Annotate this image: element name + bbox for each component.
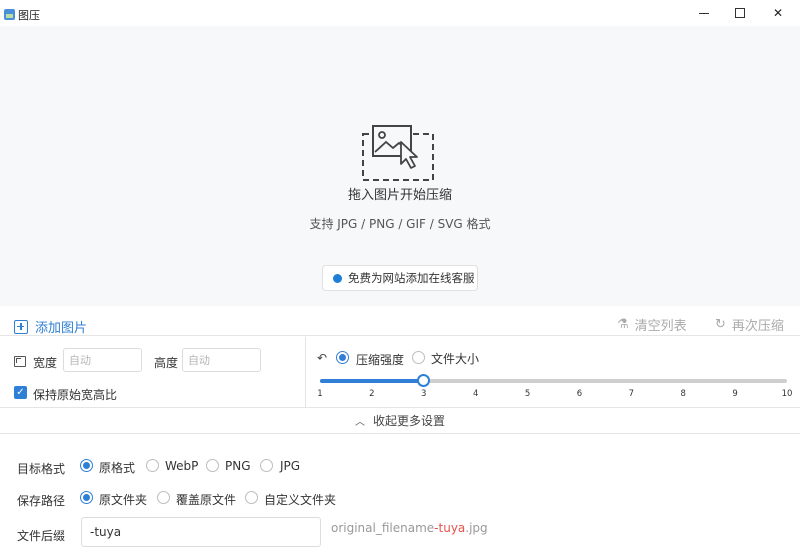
format-original-radio[interactable] <box>80 459 93 472</box>
close-button[interactable]: ✕ <box>760 0 796 26</box>
slider-tick: 10 <box>781 389 793 399</box>
suffix-preview: original_filename-tuya.jpg <box>331 521 488 535</box>
settings-divider <box>305 337 306 407</box>
format-png-label: PNG <box>225 459 251 473</box>
collapse-settings-button[interactable]: ︿ 收起更多设置 <box>0 407 800 434</box>
save-path-label: 保存路径 <box>17 494 66 508</box>
slider-tick: 8 <box>680 389 686 399</box>
slider-tick: 7 <box>628 389 635 399</box>
add-image-button[interactable]: 添加图片 <box>14 317 87 336</box>
toolbar: 添加图片 ⚗ 清空列表 ↻ 再次压缩 <box>0 306 800 336</box>
chevron-up-icon: ︿ <box>354 417 365 428</box>
format-webp-label: WebP <box>165 459 199 473</box>
format-label: 目标格式 <box>17 462 66 476</box>
height-label: 高度 <box>154 356 179 370</box>
suffix-preview-accent: -tuya <box>434 521 466 535</box>
width-input[interactable] <box>63 348 142 372</box>
add-icon <box>14 319 28 334</box>
app-icon <box>4 9 15 20</box>
slider-tick: 9 <box>732 389 738 399</box>
mode-strength-radio[interactable] <box>336 351 349 364</box>
save-custom-folder-label: 自定义文件夹 <box>264 493 337 507</box>
format-jpg-radio[interactable] <box>260 459 273 472</box>
mode-filesize-label: 文件大小 <box>431 352 480 366</box>
format-jpg-label: JPG <box>280 459 301 473</box>
slider-tick: 5 <box>524 389 531 399</box>
check-icon: ✓ <box>16 387 25 398</box>
compression-slider-track[interactable] <box>320 379 787 383</box>
format-original-label: 原格式 <box>99 461 136 475</box>
collapse-label: 收起更多设置 <box>372 414 445 428</box>
drop-main-text: 拖入图片开始压缩 <box>347 188 452 203</box>
save-overwrite-radio[interactable] <box>157 491 170 504</box>
compress-mode-icon: ↶ <box>317 351 328 365</box>
clear-list-button[interactable]: ⚗ 清空列表 <box>617 315 687 334</box>
image-drop-icon <box>362 125 434 181</box>
height-input[interactable] <box>182 348 261 372</box>
minimize-button[interactable] <box>686 0 722 26</box>
compression-slider-fill <box>320 379 424 383</box>
resize-icon <box>14 356 26 367</box>
title-bar: 图压 ✕ <box>0 0 800 26</box>
format-webp-radio[interactable] <box>146 459 159 472</box>
save-original-folder-label: 原文件夹 <box>99 493 148 507</box>
save-overwrite-label: 覆盖原文件 <box>176 493 237 507</box>
slider-tick: 1 <box>317 389 323 399</box>
drop-zone[interactable] <box>0 26 800 306</box>
slider-tick: 3 <box>421 389 427 399</box>
width-label: 宽度 <box>33 356 58 370</box>
flask-icon: ⚗ <box>617 317 629 332</box>
keep-ratio-label: 保持原始宽高比 <box>33 388 118 402</box>
suffix-label: 文件后缀 <box>17 529 66 543</box>
service-dot-icon <box>333 273 342 283</box>
slider-tick: 2 <box>369 389 375 399</box>
mode-filesize-radio[interactable] <box>412 351 425 364</box>
suffix-preview-prefix: original_filename <box>331 521 435 535</box>
refresh-icon: ↻ <box>715 317 726 332</box>
save-original-folder-radio[interactable] <box>80 491 93 504</box>
add-image-label: 添加图片 <box>35 321 88 336</box>
window-title: 图压 <box>18 9 40 22</box>
clear-list-label: 清空列表 <box>634 319 687 334</box>
keep-ratio-checkbox[interactable]: ✓ <box>14 386 27 399</box>
maximize-button[interactable] <box>722 0 758 26</box>
suffix-input[interactable] <box>81 517 321 547</box>
service-button[interactable]: 免费为网站添加在线客服 <box>322 265 478 291</box>
mode-strength-label: 压缩强度 <box>356 353 405 367</box>
recompress-button[interactable]: ↻ 再次压缩 <box>715 315 784 334</box>
save-custom-folder-radio[interactable] <box>245 491 258 504</box>
suffix-preview-ext: .jpg <box>465 521 488 535</box>
recompress-label: 再次压缩 <box>731 319 784 334</box>
service-button-label: 免费为网站添加在线客服 <box>348 271 475 285</box>
slider-tick: 6 <box>576 389 583 399</box>
format-png-radio[interactable] <box>206 459 219 472</box>
drop-sub-text: 支持 JPG / PNG / GIF / SVG 格式 <box>309 217 491 231</box>
slider-tick: 4 <box>472 389 479 399</box>
